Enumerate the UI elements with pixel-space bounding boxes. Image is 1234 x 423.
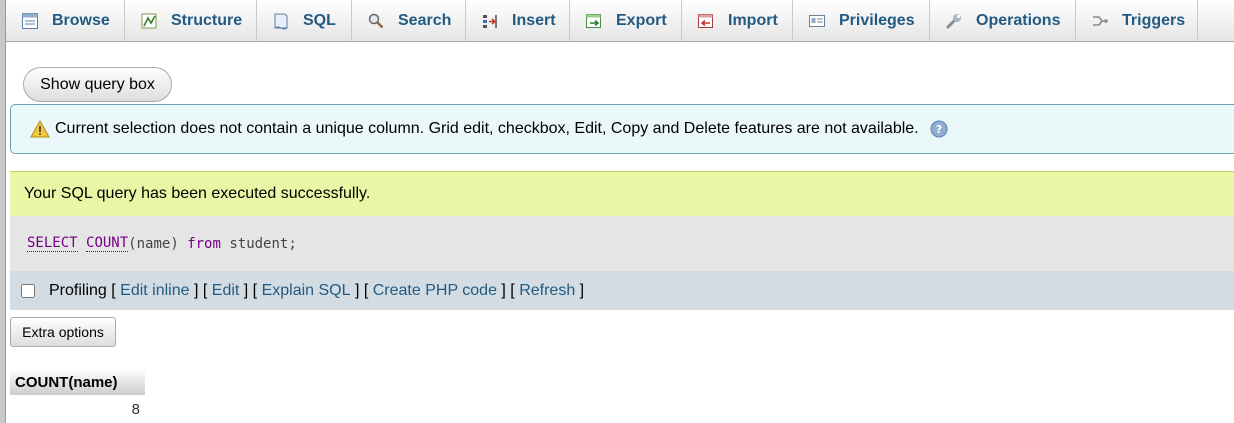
browse-icon	[20, 11, 40, 31]
tab-label: Browse	[52, 11, 110, 29]
create-php-code-link[interactable]: Create PHP code	[373, 282, 497, 300]
result-table: COUNT(name) 8	[10, 369, 145, 420]
triggers-icon	[1090, 11, 1110, 31]
sql-argument: (name)	[128, 235, 179, 252]
sql-keyword-from: from	[187, 235, 221, 252]
bracket: ] [	[350, 281, 373, 299]
svg-text:?: ?	[935, 123, 941, 136]
extra-options-button[interactable]: Extra options	[10, 317, 116, 347]
notice-text: Current selection does not contain a uni…	[55, 120, 919, 137]
tab-insert[interactable]: Insert	[466, 0, 570, 41]
tab-sql[interactable]: SQL	[257, 0, 352, 41]
bracket: ]	[575, 281, 585, 299]
notice-message: Current selection does not contain a uni…	[10, 104, 1234, 154]
sql-icon	[271, 11, 291, 31]
tab-label: Operations	[976, 11, 1061, 29]
tab-privileges[interactable]: Privileges	[793, 0, 930, 41]
privileges-icon	[807, 11, 827, 31]
sql-query-display: SELECT COUNT (name) from student;	[10, 216, 1234, 271]
success-message: Your SQL query has been executed success…	[10, 171, 1234, 216]
table-cell: 8	[131, 400, 140, 418]
bracket: ] [	[239, 281, 262, 299]
tab-label: SQL	[303, 11, 336, 29]
help-icon[interactable]: ?	[930, 120, 948, 138]
tab-label: Export	[616, 11, 667, 29]
table-row: 8	[10, 395, 145, 420]
operations-icon	[944, 11, 964, 31]
import-icon	[696, 11, 716, 31]
tab-import[interactable]: Import	[682, 0, 793, 41]
sql-keyword-select[interactable]: SELECT	[27, 235, 78, 252]
structure-icon	[139, 11, 159, 31]
edit-link[interactable]: Edit	[212, 282, 240, 300]
search-icon	[366, 11, 386, 31]
left-frame-border	[0, 0, 6, 423]
column-header-count-name[interactable]: COUNT(name)	[10, 369, 145, 395]
tab-triggers[interactable]: Triggers	[1076, 0, 1198, 41]
profiling-checkbox[interactable]	[21, 283, 35, 298]
sql-table: student;	[229, 235, 297, 252]
query-toolbar: Profiling [ Edit inline ] [ Edit ] [ Exp…	[10, 271, 1234, 310]
bracket: [	[106, 281, 121, 299]
tab-operations[interactable]: Operations	[930, 0, 1076, 41]
tab-label: Triggers	[1122, 11, 1186, 29]
explain-sql-link[interactable]: Explain SQL	[262, 282, 351, 300]
tab-label: Privileges	[839, 11, 915, 29]
show-query-box-button[interactable]: Show query box	[23, 67, 172, 102]
bracket: ] [	[496, 281, 520, 299]
profiling-label: Profiling	[49, 281, 107, 299]
warning-icon	[30, 120, 50, 138]
tab-label: Structure	[171, 11, 243, 29]
sql-function-count[interactable]: COUNT	[86, 235, 129, 252]
export-icon	[584, 11, 604, 31]
tab-label: Insert	[512, 11, 556, 29]
tab-bar: Browse Structure SQL Search Insert Expor…	[6, 0, 1234, 42]
tab-export[interactable]: Export	[570, 0, 682, 41]
bracket: ] [	[189, 281, 212, 299]
tab-structure[interactable]: Structure	[125, 0, 257, 41]
edit-inline-link[interactable]: Edit inline	[120, 282, 189, 300]
tab-search[interactable]: Search	[352, 0, 466, 41]
refresh-link[interactable]: Refresh	[519, 282, 575, 300]
insert-icon	[480, 11, 500, 31]
tab-label: Search	[398, 11, 452, 29]
tab-browse[interactable]: Browse	[6, 0, 125, 41]
tab-label: Import	[728, 11, 778, 29]
table-header-row: COUNT(name)	[10, 369, 145, 395]
